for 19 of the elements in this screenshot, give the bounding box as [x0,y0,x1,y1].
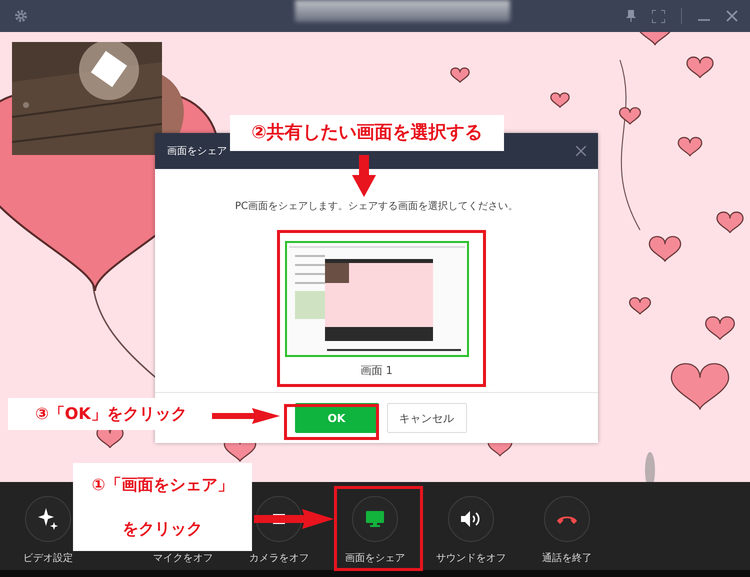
sparkle-icon [38,508,58,530]
settings-icon[interactable] [14,9,28,23]
annotation-label: ①「画面をシェア」 をクリック [73,463,252,551]
fullscreen-icon[interactable] [652,10,665,22]
monitor-icon [366,511,384,527]
hang-up-icon [557,514,577,524]
screen-button[interactable] [352,496,398,542]
toolbar-label: 通話を終了 [542,552,592,565]
toolbar-label: カメラをオフ [249,552,309,565]
effects-button[interactable] [25,496,71,542]
toolbar-label: 画面をシェア [345,552,405,565]
toolbar-label: マイクをオフ [153,552,213,565]
end-button[interactable] [544,496,590,542]
toolbar-label: ビデオ設定 [23,552,73,565]
close-icon[interactable] [726,10,738,22]
sound-button[interactable] [448,496,494,542]
pin-icon[interactable] [626,10,636,22]
toolbar-label: サウンドをオフ [436,552,506,565]
speaker-icon [461,511,481,527]
